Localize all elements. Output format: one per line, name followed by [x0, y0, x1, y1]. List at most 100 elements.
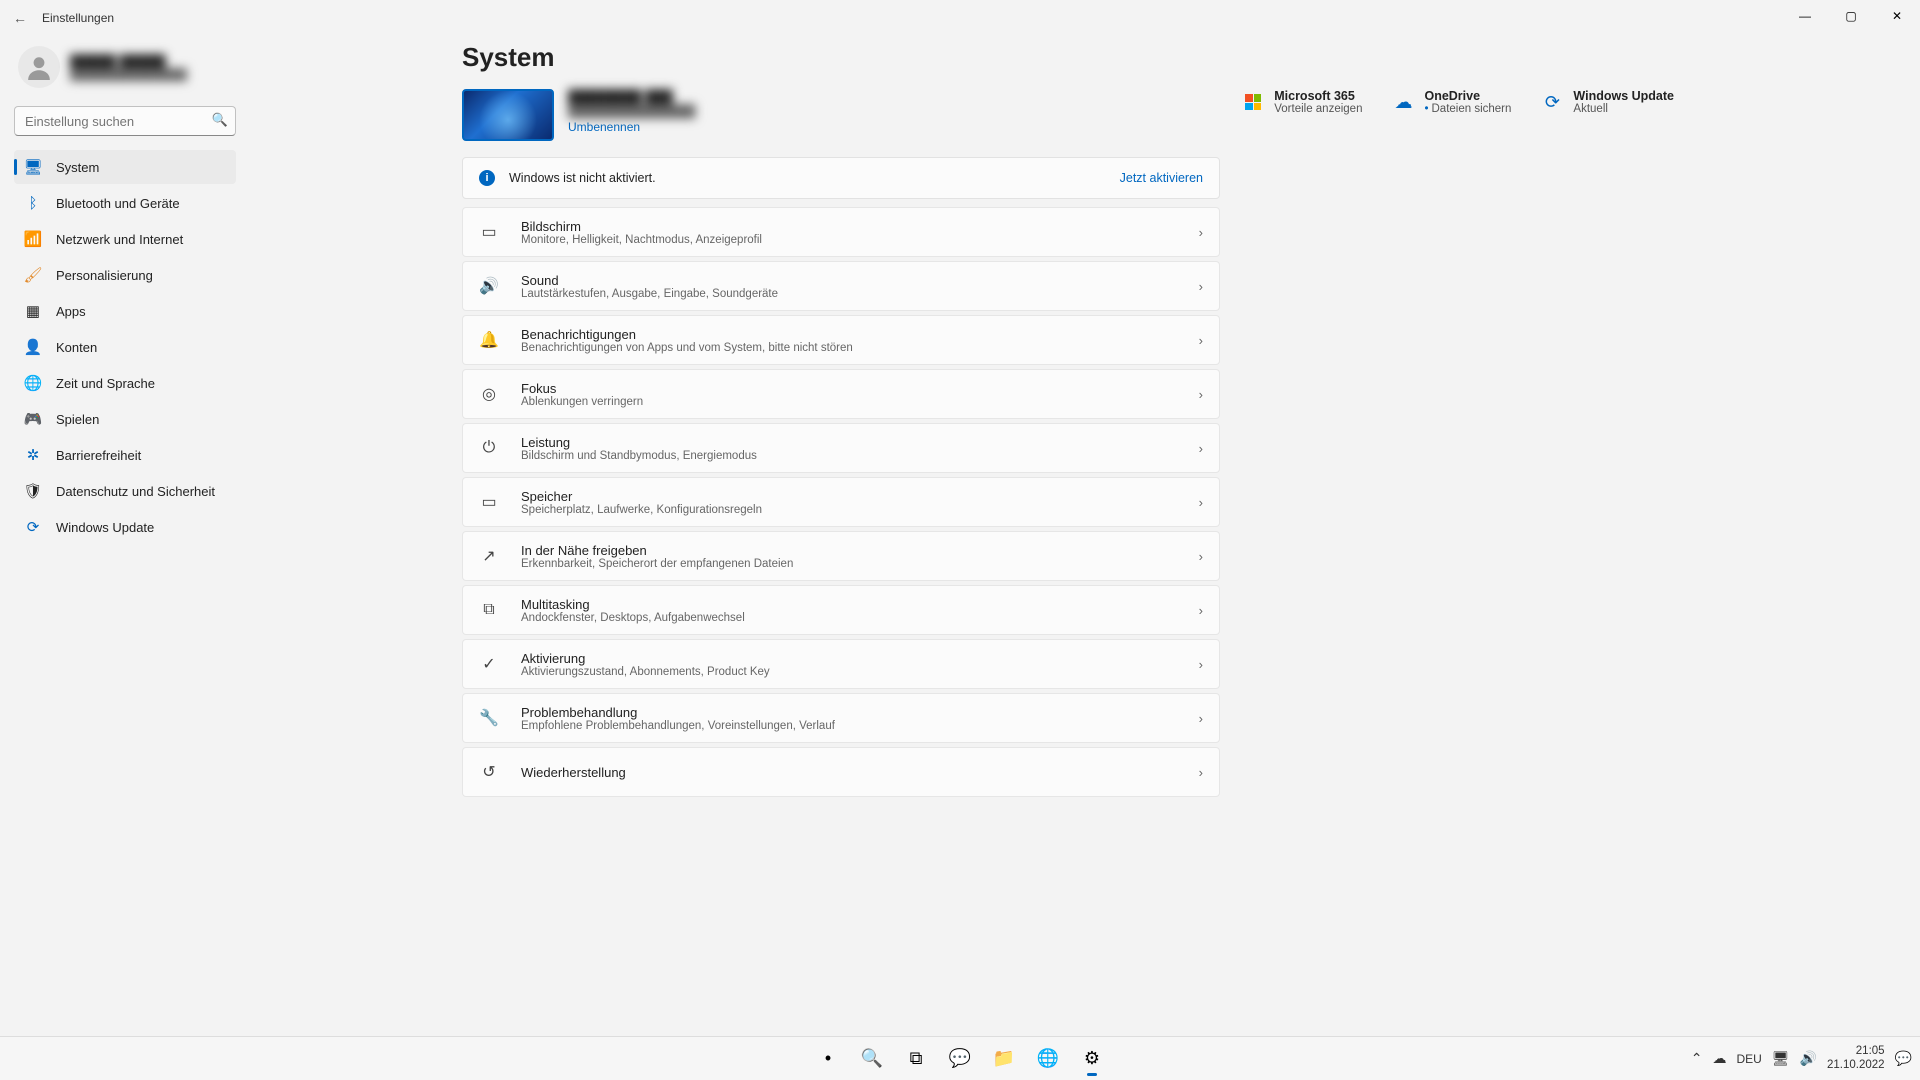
avatar: [18, 46, 60, 88]
tray-cloud-icon[interactable]: ☁: [1712, 1050, 1726, 1067]
titlebar: ← Einstellungen — ▢ ✕: [0, 0, 1920, 36]
globe-icon: 🌐: [24, 374, 42, 392]
storage-icon: ▭: [479, 492, 499, 512]
nav-item-personalisierung[interactable]: 🖌Personalisierung: [14, 258, 236, 292]
card-sub: Ablenkungen verringern: [521, 396, 643, 408]
setting-sound[interactable]: 🔊 SoundLautstärkestufen, Ausgabe, Eingabe…: [462, 261, 1220, 311]
nav-list: 🖥SystemᛒBluetooth und Geräte📶Netzwerk un…: [10, 150, 240, 544]
nav-label: Zeit und Sprache: [56, 376, 155, 391]
card-sub: Bildschirm und Standbymodus, Energiemodu…: [521, 450, 757, 462]
banner-text: Windows ist nicht aktiviert.: [509, 171, 656, 185]
rename-link[interactable]: Umbenennen: [568, 120, 696, 134]
display-icon: ▭: [479, 222, 499, 242]
setting-benachrichtigungen[interactable]: 🔔BenachrichtigungenBenachrichtigungen vo…: [462, 315, 1220, 365]
nav-item-konten[interactable]: 👤Konten: [14, 330, 236, 364]
tile-windows-update[interactable]: ⟳ Windows UpdateAktuell: [1541, 89, 1674, 115]
setting-aktivierung[interactable]: ✓AktivierungAktivierungszustand, Abonnem…: [462, 639, 1220, 689]
minimize-button[interactable]: —: [1782, 0, 1828, 32]
tile-microsoft-365[interactable]: Microsoft 365Vorteile anzeigen: [1242, 89, 1362, 115]
page-title: System: [462, 42, 1680, 73]
tile-sub: Aktuell: [1573, 103, 1674, 115]
search-icon: 🔍: [212, 112, 228, 128]
card-sub: Monitore, Helligkeit, Nachtmodus, Anzeig…: [521, 234, 762, 246]
tray-lang[interactable]: DEU: [1736, 1052, 1761, 1066]
activate-link[interactable]: Jetzt aktivieren: [1120, 171, 1203, 185]
nav-item-netzwerk-und-internet[interactable]: 📶Netzwerk und Internet: [14, 222, 236, 256]
nav-item-windows-update[interactable]: ⟳Windows Update: [14, 510, 236, 544]
nav-item-system[interactable]: 🖥System: [14, 150, 236, 184]
taskbar-edge[interactable]: 🌐: [1029, 1040, 1067, 1078]
wifi-icon: 📶: [24, 230, 42, 248]
card-sub: Erkennbarkeit, Speicherort der empfangen…: [521, 558, 793, 570]
close-button[interactable]: ✕: [1874, 0, 1920, 32]
card-sub: Lautstärkestufen, Ausgabe, Eingabe, Soun…: [521, 288, 778, 300]
sidebar: █████ █████ ███████████████ 🔍 🖥SystemᛒBl…: [10, 46, 240, 546]
taskbar-search[interactable]: 🔍: [853, 1040, 891, 1078]
taskbar-chat[interactable]: 💬: [941, 1040, 979, 1078]
tray-monitor-icon[interactable]: 🖥: [1772, 1050, 1790, 1067]
monitor-icon: 🖥: [24, 158, 42, 176]
tile-title: Windows Update: [1573, 89, 1674, 103]
chevron-right-icon: ›: [1199, 495, 1203, 510]
profile-name: █████ █████: [70, 54, 187, 69]
nav-item-zeit-und-sprache[interactable]: 🌐 Zeit und Sprache: [14, 366, 236, 400]
share-icon: ↗: [479, 546, 499, 566]
nav-label: Apps: [56, 304, 86, 319]
nav-item-datenschutz-und-sicherheit[interactable]: 🛡Datenschutz und Sicherheit: [14, 474, 236, 508]
taskbar-settings[interactable]: ⚙: [1073, 1040, 1111, 1078]
nav-item-bluetooth-und-geräte[interactable]: ᛒBluetooth und Geräte: [14, 186, 236, 220]
profile-block[interactable]: █████ █████ ███████████████: [18, 46, 240, 88]
nav-label: Datenschutz und Sicherheit: [56, 484, 215, 499]
apps-icon: ▦: [24, 302, 42, 320]
tile-title: OneDrive: [1424, 89, 1511, 103]
back-button[interactable]: ←: [0, 10, 40, 26]
setting-multitasking[interactable]: ⧉MultitaskingAndockfenster, Desktops, Au…: [462, 585, 1220, 635]
card-title: In der Nähe freigeben: [521, 543, 793, 558]
chevron-right-icon: ›: [1199, 441, 1203, 456]
device-thumbnail[interactable]: [462, 89, 554, 141]
update-icon: ⟳: [1541, 91, 1563, 113]
system-tray: ⌃ ☁ DEU 🖥 🔊 21:05 21.10.2022 💬: [1691, 1045, 1912, 1071]
tray-clock[interactable]: 21:05 21.10.2022: [1827, 1045, 1885, 1071]
taskbar-taskview[interactable]: ⧉: [897, 1040, 935, 1078]
tray-chevron-icon[interactable]: ⌃: [1691, 1050, 1703, 1067]
taskbar-start[interactable]: •: [809, 1040, 847, 1078]
tile-onedrive[interactable]: ☁OneDrive•Dateien sichern: [1392, 89, 1511, 115]
tray-volume-icon[interactable]: 🔊: [1800, 1050, 1817, 1067]
accessibility-icon: ✲: [24, 446, 42, 464]
nav-label: Spielen: [56, 412, 99, 427]
tray-date: 21.10.2022: [1827, 1059, 1885, 1072]
nav-label: Konten: [56, 340, 97, 355]
focus-icon: ◎: [479, 384, 499, 404]
maximize-button[interactable]: ▢: [1828, 0, 1874, 32]
setting-problembehandlung[interactable]: 🔧ProblembehandlungEmpfohlene Problembeha…: [462, 693, 1220, 743]
chevron-right-icon: ›: [1199, 225, 1203, 240]
brush-icon: 🖌: [24, 266, 42, 284]
card-title: Multitasking: [521, 597, 745, 612]
info-icon: i: [479, 170, 495, 186]
setting-in-der-nähe-freigeben[interactable]: ↗ In der Nähe freigebenErkennbarkeit, Spe…: [462, 531, 1220, 581]
tray-notifications-icon[interactable]: 💬: [1895, 1050, 1912, 1067]
nav-item-apps[interactable]: ▦ Apps: [14, 294, 236, 328]
setting-speicher[interactable]: ▭SpeicherSpeicherplatz, Laufwerke, Konfi…: [462, 477, 1220, 527]
nav-item-spielen[interactable]: 🎮Spielen: [14, 402, 236, 436]
check-icon: ✓: [479, 654, 499, 674]
card-title: Problembehandlung: [521, 705, 835, 720]
setting-bildschirm[interactable]: ▭ BildschirmMonitore, Helligkeit, Nachtmo…: [462, 207, 1220, 257]
recovery-icon: ↺: [479, 762, 499, 782]
card-title: Sound: [521, 273, 778, 288]
search-input[interactable]: [14, 106, 236, 136]
nav-label: Barrierefreiheit: [56, 448, 141, 463]
chevron-right-icon: ›: [1199, 387, 1203, 402]
search-box: 🔍: [14, 106, 236, 136]
setting-leistung[interactable]: ⏻LeistungBildschirm und Standbymodus, En…: [462, 423, 1220, 473]
taskbar-explorer[interactable]: 📁: [985, 1040, 1023, 1078]
card-title: Bildschirm: [521, 219, 762, 234]
sound-icon: 🔊: [479, 276, 499, 296]
setting-wiederherstellung[interactable]: ↺Wiederherstellung›: [462, 747, 1220, 797]
chevron-right-icon: ›: [1199, 711, 1203, 726]
nav-item-barrierefreiheit[interactable]: ✲ Barrierefreiheit: [14, 438, 236, 472]
setting-fokus[interactable]: ◎FokusAblenkungen verringern›: [462, 369, 1220, 419]
window-title: Einstellungen: [42, 11, 114, 25]
tile-sub: •Dateien sichern: [1424, 103, 1511, 115]
